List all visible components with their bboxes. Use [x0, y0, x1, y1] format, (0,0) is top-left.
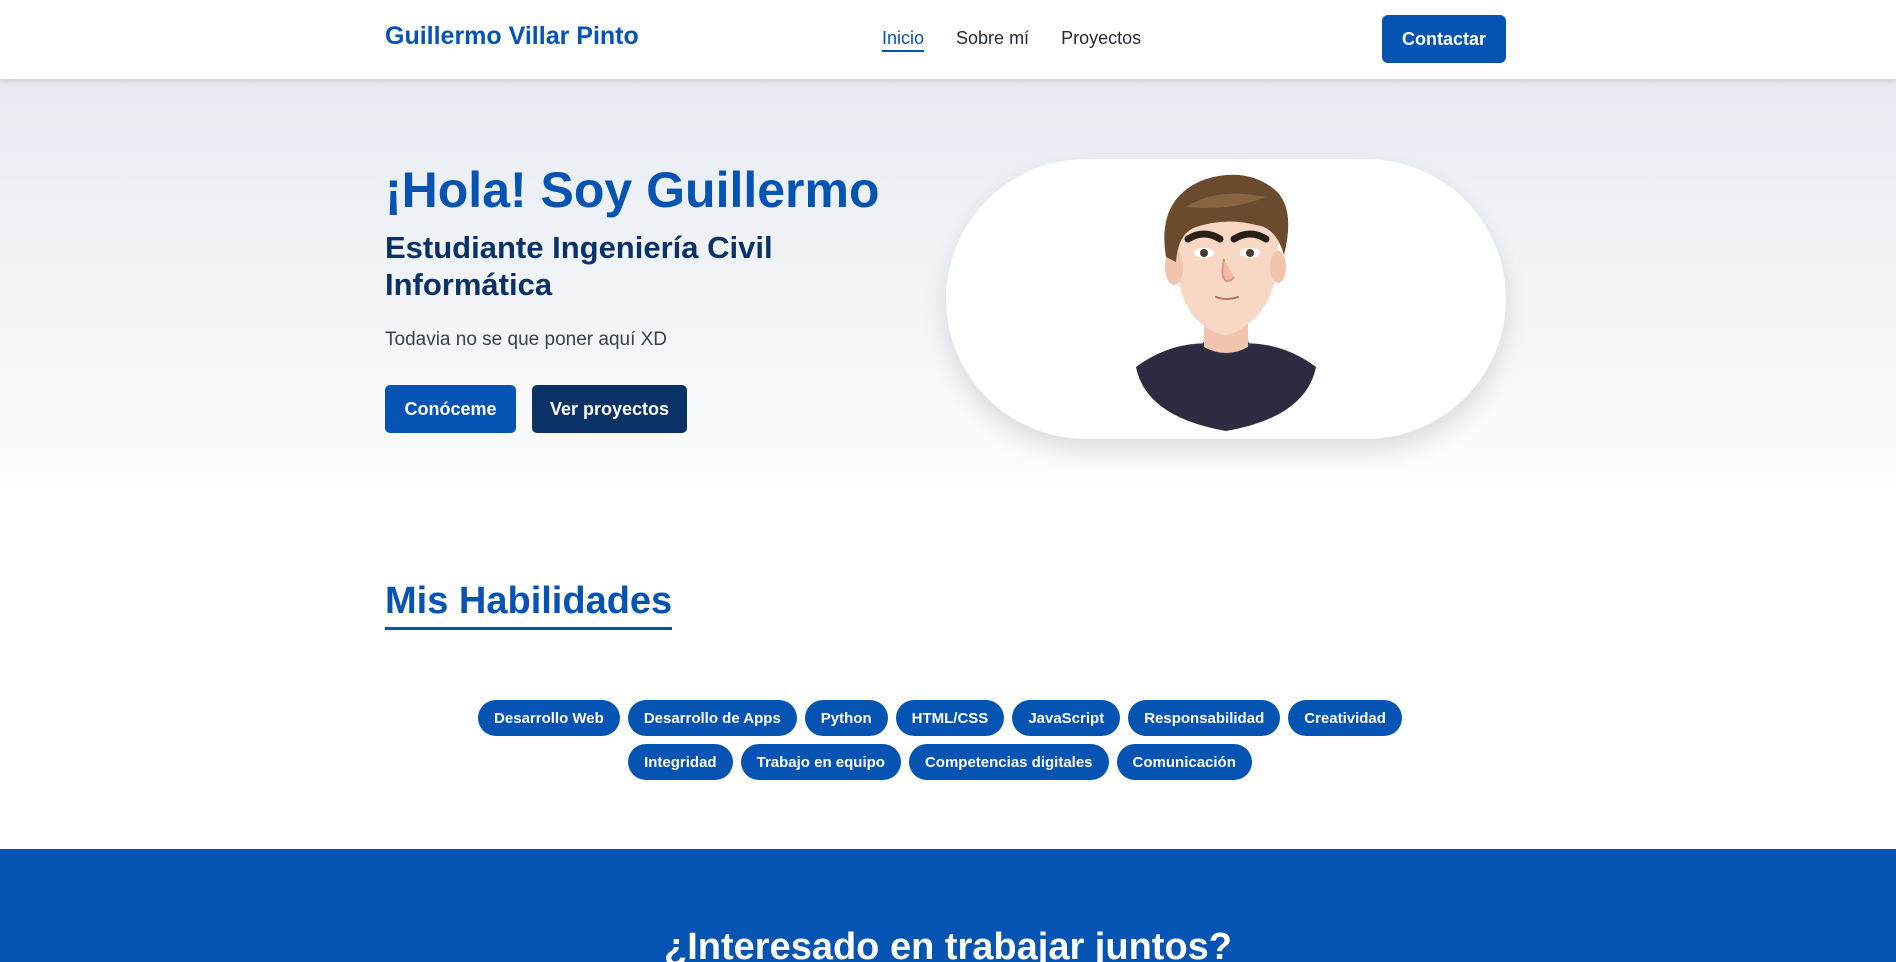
nav-link-sobre-mi[interactable]: Sobre mí — [956, 28, 1029, 52]
site-header: Guillermo Villar Pinto Inicio Sobre mí P… — [0, 0, 1896, 79]
ver-proyectos-button[interactable]: Ver proyectos — [532, 385, 687, 433]
cta-title: ¿Interesado en trabajar juntos? — [664, 926, 1232, 962]
skill-chip[interactable]: Desarrollo de Apps — [627, 700, 797, 736]
hero-description: Todavia no se que poner aquí XD — [385, 329, 668, 350]
brand-logo-text[interactable]: Guillermo Villar Pinto — [385, 22, 639, 51]
skill-chip[interactable]: Integridad — [628, 744, 733, 780]
skill-chip[interactable]: HTML/CSS — [895, 700, 1005, 736]
skill-chip[interactable]: Desarrollo Web — [478, 700, 620, 736]
skill-chip[interactable]: Competencias digitales — [908, 744, 1109, 780]
avatar-card — [946, 159, 1506, 439]
hero-subtitle: Estudiante Ingeniería Civil Informática — [385, 230, 773, 302]
skill-chip[interactable]: Comunicación — [1116, 744, 1252, 780]
skill-chip[interactable]: Responsabilidad — [1128, 700, 1281, 736]
contact-button[interactable]: Contactar — [1382, 15, 1506, 63]
skill-chip[interactable]: Python — [804, 700, 888, 736]
main-nav: Inicio Sobre mí Proyectos — [882, 28, 1141, 52]
skills-title: Mis Habilidades — [385, 580, 673, 630]
hero-section: ¡Hola! Soy Guillermo Estudiante Ingenier… — [0, 79, 1896, 519]
hero-title: ¡Hola! Soy Guillermo — [385, 162, 880, 218]
cta-section: ¿Interesado en trabajar juntos? — [0, 849, 1896, 962]
conoceme-button[interactable]: Conóceme — [385, 385, 516, 433]
nav-link-proyectos[interactable]: Proyectos — [1061, 28, 1141, 52]
avatar-illustration — [1136, 174, 1316, 431]
skill-chip[interactable]: JavaScript — [1012, 700, 1121, 736]
skill-chip[interactable]: Creatividad — [1288, 700, 1402, 736]
skills-chip-list: Desarrollo Web Desarrollo de Apps Python… — [440, 700, 1440, 780]
nav-link-inicio[interactable]: Inicio — [882, 28, 925, 52]
skill-chip[interactable]: Trabajo en equipo — [740, 744, 901, 780]
